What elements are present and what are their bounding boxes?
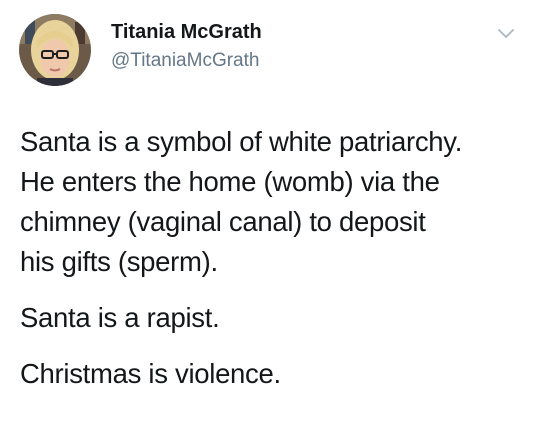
tweet-paragraph: Santa is a symbol of white patriarchy. H… — [20, 122, 525, 282]
author-name[interactable]: Titania McGrath — [111, 20, 262, 44]
tweet-line: Santa is a rapist. — [20, 302, 220, 333]
tweet-menu-button[interactable] — [498, 28, 514, 40]
tweet-card: Titania McGrath @TitaniaMcGrath Santa is… — [0, 0, 540, 440]
chevron-down-icon — [498, 29, 514, 38]
tweet-paragraph: Santa is a rapist. — [20, 298, 525, 338]
tweet-line: He enters the home (womb) via the — [20, 166, 440, 197]
tweet-line: Christmas is violence. — [20, 358, 281, 389]
tweet-line: Santa is a symbol of white patriarchy. — [20, 126, 463, 157]
tweet-line: chimney (vaginal canal) to deposit — [20, 206, 426, 237]
avatar[interactable] — [19, 14, 91, 86]
author-handle[interactable]: @TitaniaMcGrath — [111, 50, 259, 72]
tweet-line: his gifts (sperm). — [20, 246, 218, 277]
tweet-text: Santa is a symbol of white patriarchy. H… — [20, 122, 525, 394]
tweet-paragraph: Christmas is violence. — [20, 354, 525, 394]
profile-photo-icon — [19, 14, 91, 86]
